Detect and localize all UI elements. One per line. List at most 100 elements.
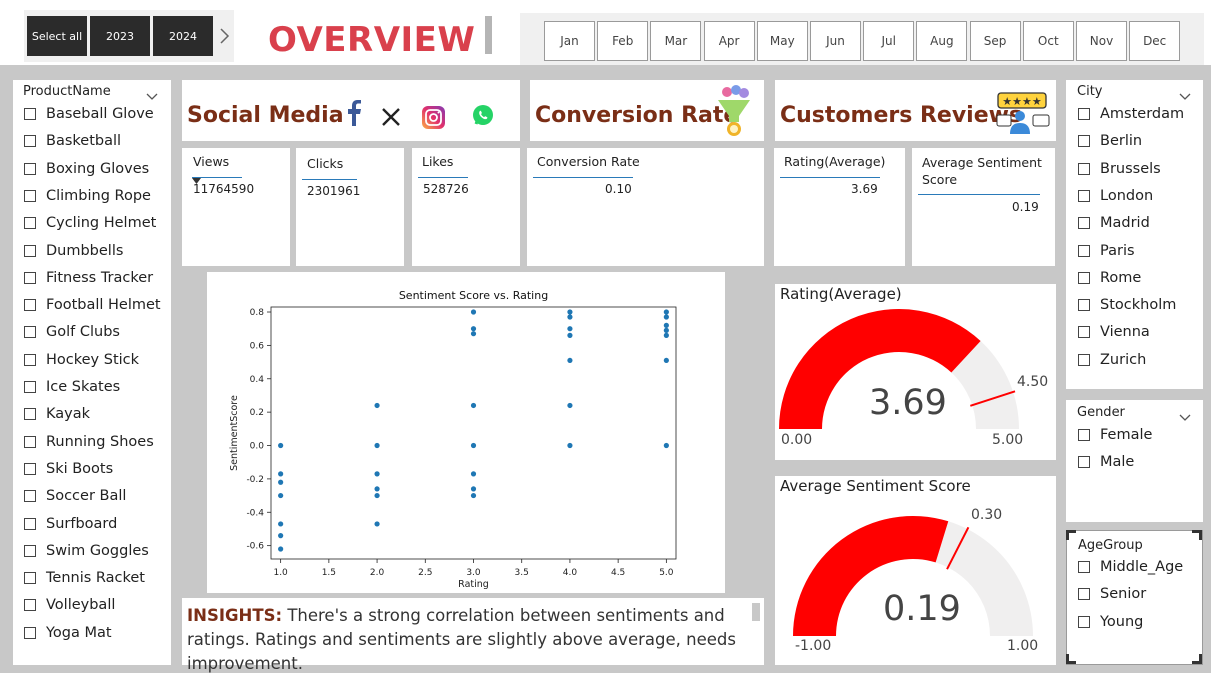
product-item[interactable]: Soccer Ball <box>24 488 126 504</box>
product-item[interactable]: Surfboard <box>24 516 117 532</box>
city-item[interactable]: Madrid <box>1078 215 1150 231</box>
month-button-oct[interactable]: Oct <box>1022 21 1074 61</box>
city-item[interactable]: Amsterdam <box>1078 106 1184 122</box>
year-2024-button[interactable]: 2024 <box>153 16 213 56</box>
checkbox[interactable] <box>1078 588 1090 601</box>
product-item[interactable]: Ice Skates <box>24 379 120 395</box>
checkbox[interactable] <box>1078 353 1090 366</box>
month-button-jul[interactable]: Jul <box>863 21 915 61</box>
checkbox[interactable] <box>1078 299 1090 312</box>
x-axis-label: Rating <box>458 579 489 590</box>
chevron-down-icon[interactable] <box>1179 86 1191 105</box>
data-point <box>278 492 284 499</box>
checkbox[interactable] <box>1078 135 1090 148</box>
product-item[interactable]: Ski Boots <box>24 461 113 477</box>
month-button-apr[interactable]: Apr <box>703 21 755 61</box>
product-item[interactable]: Golf Clubs <box>24 324 120 340</box>
chevron-down-icon[interactable] <box>1179 407 1191 426</box>
city-item[interactable]: Berlin <box>1078 133 1142 149</box>
product-item[interactable]: Dumbbells <box>24 243 123 259</box>
checkbox[interactable] <box>1078 244 1090 257</box>
product-item[interactable]: Swim Goggles <box>24 543 149 559</box>
checkbox[interactable] <box>1078 271 1090 284</box>
product-item[interactable]: Baseball Glove <box>24 106 154 122</box>
checkbox[interactable] <box>24 162 36 175</box>
product-item[interactable]: Hockey Stick <box>24 352 139 368</box>
checkbox[interactable] <box>24 408 36 421</box>
checkbox[interactable] <box>24 135 36 148</box>
checkbox[interactable] <box>1078 217 1090 230</box>
title-divider <box>485 16 492 54</box>
product-item[interactable]: Boxing Gloves <box>24 161 149 177</box>
product-item[interactable]: Kayak <box>24 406 90 422</box>
city-item[interactable]: Paris <box>1078 243 1135 259</box>
checkbox[interactable] <box>24 244 36 257</box>
chevron-right-icon[interactable] <box>218 27 230 45</box>
month-button-feb[interactable]: Feb <box>597 21 649 61</box>
gender-item[interactable]: Male <box>1078 454 1134 470</box>
product-item[interactable]: Fitness Tracker <box>24 270 153 286</box>
year-2023-button[interactable]: 2023 <box>90 16 150 56</box>
checkbox[interactable] <box>24 189 36 202</box>
checkbox[interactable] <box>24 326 36 339</box>
gender-item[interactable]: Female <box>1078 427 1152 443</box>
city-item[interactable]: Brussels <box>1078 161 1161 177</box>
checkbox[interactable] <box>1078 189 1090 202</box>
checkbox[interactable] <box>24 544 36 557</box>
product-item[interactable]: Basketball <box>24 133 121 149</box>
facebook-icon <box>347 100 361 130</box>
checkbox[interactable] <box>24 435 36 448</box>
agegroup-item[interactable]: Young <box>1078 614 1143 630</box>
checkbox[interactable] <box>1078 162 1090 175</box>
city-item[interactable]: Zurich <box>1078 352 1146 368</box>
checkbox[interactable] <box>1078 326 1090 339</box>
agegroup-slicer[interactable]: AgeGroup Middle_Age Senior Young <box>1066 530 1203 665</box>
agegroup-item[interactable]: Senior <box>1078 586 1146 602</box>
select-all-button[interactable]: Select all <box>27 16 87 56</box>
checkbox[interactable] <box>24 217 36 230</box>
resize-handle[interactable] <box>1066 530 1076 540</box>
checkbox[interactable] <box>24 490 36 503</box>
month-button-dec[interactable]: Dec <box>1129 21 1181 61</box>
product-item[interactable]: Running Shoes <box>24 434 154 450</box>
month-button-jun[interactable]: Jun <box>810 21 861 61</box>
product-item[interactable]: Cycling Helmet <box>24 215 156 231</box>
checkbox[interactable] <box>24 271 36 284</box>
city-item[interactable]: London <box>1078 188 1153 204</box>
city-item[interactable]: Vienna <box>1078 324 1150 340</box>
resize-handle[interactable] <box>1066 654 1076 664</box>
month-button-aug[interactable]: Aug <box>916 21 968 61</box>
city-item[interactable]: Stockholm <box>1078 297 1176 313</box>
chevron-down-icon[interactable] <box>146 86 158 105</box>
city-item[interactable]: Rome <box>1078 270 1141 286</box>
checkbox[interactable] <box>24 299 36 312</box>
resize-handle[interactable] <box>1192 530 1202 540</box>
agegroup-item[interactable]: Middle_Age <box>1078 559 1183 575</box>
month-button-nov[interactable]: Nov <box>1076 21 1127 61</box>
checkbox[interactable] <box>1078 456 1090 468</box>
checkbox[interactable] <box>24 108 36 120</box>
product-item[interactable]: Volleyball <box>24 597 115 613</box>
product-item[interactable]: Yoga Mat <box>24 625 112 641</box>
product-item[interactable]: Tennis Racket <box>24 570 145 586</box>
y-tick-label: 0.6 <box>250 341 265 351</box>
checkbox[interactable] <box>24 353 36 366</box>
checkbox[interactable] <box>24 626 36 639</box>
checkbox[interactable] <box>24 572 36 585</box>
checkbox[interactable] <box>1078 615 1090 628</box>
product-item[interactable]: Climbing Rope <box>24 188 151 204</box>
checkbox[interactable] <box>24 517 36 530</box>
checkbox[interactable] <box>1078 561 1090 573</box>
checkbox[interactable] <box>24 381 36 393</box>
checkbox[interactable] <box>1078 108 1090 120</box>
checkbox[interactable] <box>1078 429 1090 441</box>
month-button-may[interactable]: May <box>756 21 808 61</box>
month-button-jan[interactable]: Jan <box>544 21 595 61</box>
checkbox[interactable] <box>24 599 36 612</box>
month-button-mar[interactable]: Mar <box>650 21 702 61</box>
product-item[interactable]: Football Helmet <box>24 297 161 313</box>
checkbox[interactable] <box>24 462 36 475</box>
resize-handle[interactable] <box>1192 654 1202 664</box>
scrollbar[interactable] <box>752 603 760 621</box>
month-button-sep[interactable]: Sep <box>969 21 1021 61</box>
